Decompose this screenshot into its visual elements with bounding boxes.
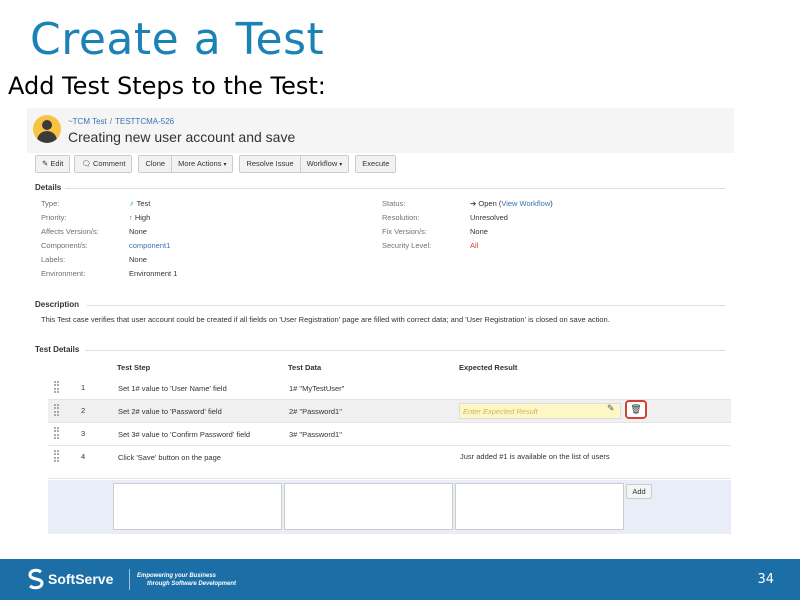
new-expected-result-input[interactable] [455, 483, 624, 530]
security-level-label: Security Level: [382, 241, 432, 250]
status-arrow-icon: ➔ [470, 199, 477, 208]
drag-handle-icon[interactable] [54, 427, 59, 439]
issue-toolbar: ✎ Edit 🗨 Comment Clone More Actions ▾ Res… [35, 155, 402, 173]
status-label: Status: [382, 199, 406, 208]
description-divider [87, 305, 725, 306]
components-label: Component/s: [41, 241, 88, 250]
slide-title: Create a Test [30, 14, 325, 65]
issue-header: ~TCM Test / TESTTCMA-526 Creating new user… [27, 108, 734, 153]
table-row[interactable]: 4 Click 'Save' button on the page Jusr a… [48, 446, 731, 479]
comment-button[interactable]: 🗨 Comment [74, 155, 133, 173]
column-header-test-data: Test Data [288, 363, 322, 372]
affects-version-label: Affects Version/s: [41, 227, 99, 236]
page-number: 34 [757, 572, 774, 587]
breadcrumb-separator: / [109, 117, 112, 126]
add-step-button[interactable]: Add [626, 484, 652, 499]
table-row[interactable]: 2 Set 2# value to 'Password' field 2# "P… [48, 400, 731, 423]
details-divider [65, 188, 725, 189]
workflow-button[interactable]: Workflow ▾ [300, 155, 350, 173]
softserve-logo-icon [28, 568, 44, 590]
resolve-issue-button[interactable]: Resolve Issue [239, 155, 301, 173]
test-data-text: 2# "Password1" [289, 407, 342, 416]
more-actions-label: More Actions [178, 159, 222, 168]
drag-handle-icon[interactable] [54, 404, 59, 416]
slide-subtitle: Add Test Steps to the Test: [8, 72, 326, 100]
description-text: This Test case verifies that user accoun… [41, 315, 610, 324]
test-step-text: Set 1# value to 'User Name' field [118, 384, 227, 393]
table-row[interactable]: 1 Set 1# value to 'User Name' field 1# "… [48, 377, 731, 400]
workflow-label: Workflow [306, 159, 338, 168]
clone-button[interactable]: Clone [138, 155, 173, 173]
project-avatar [33, 115, 61, 143]
security-level-value: All [470, 241, 479, 250]
step-number: 4 [81, 452, 86, 461]
column-header-expected-result: Expected Result [459, 363, 518, 372]
delete-step-button[interactable]: 🗑 [625, 400, 647, 419]
breadcrumb-issue-key-link[interactable]: TESTTCMA-526 [115, 117, 174, 126]
column-header-test-step: Test Step [117, 363, 151, 372]
drag-handle-icon[interactable] [54, 450, 59, 462]
type-value: Test [136, 199, 151, 208]
step-number: 3 [81, 429, 86, 438]
environment-label: Environment: [41, 269, 86, 278]
step-number: 2 [81, 406, 86, 415]
comment-icon: 🗨 [81, 159, 91, 168]
test-step-text: Set 2# value to 'Password' field [118, 407, 222, 416]
pencil-icon[interactable]: ✎ [607, 403, 615, 414]
slide-footer: SoftServe Empowering your Business throu… [0, 559, 800, 600]
execute-button[interactable]: Execute [355, 155, 397, 173]
test-step-text: Click 'Save' button on the page [118, 453, 221, 462]
tagline-line-1: Empowering your Business [137, 573, 217, 579]
test-data-text: 1# "MyTestUser" [289, 384, 345, 393]
test-step-text: Set 3# value to 'Confirm Password' field [118, 430, 251, 439]
priority-value: High [134, 213, 151, 222]
brand-name: SoftServe [48, 571, 114, 587]
comment-label: Comment [92, 159, 126, 168]
trash-icon: 🗑 [630, 404, 642, 414]
component-link[interactable]: component1 [129, 241, 170, 250]
chevron-down-icon: ▾ [339, 162, 343, 168]
labels-value: None [129, 255, 147, 264]
jira-issue-screenshot: ~TCM Test / TESTTCMA-526 Creating new user… [27, 108, 734, 536]
softserve-logo: SoftServe [26, 568, 113, 590]
fix-version-value: None [470, 227, 488, 236]
pencil-icon: ✎ [42, 159, 49, 168]
affects-version-value: None [129, 227, 147, 236]
more-actions-button[interactable]: More Actions ▾ [172, 155, 234, 173]
description-heading: Description [35, 300, 80, 309]
details-heading: Details [35, 183, 62, 192]
status-value: Open [478, 199, 497, 208]
resolution-value: Unresolved [470, 213, 508, 222]
test-details-divider [85, 350, 725, 351]
add-step-form: Add [48, 480, 731, 534]
edit-label: Edit [50, 159, 64, 168]
fix-version-label: Fix Version/s: [382, 227, 428, 236]
view-workflow-link[interactable]: View Workflow [501, 199, 550, 208]
breadcrumb: ~TCM Test / TESTTCMA-526 [68, 117, 174, 126]
issue-title: Creating new user account and save [68, 129, 296, 145]
labels-label: Labels: [41, 255, 66, 264]
expected-result-input[interactable]: Enter Expected Result [459, 403, 621, 419]
tagline-line-2: through Software Development [147, 581, 237, 587]
status-close-paren: ) [550, 199, 553, 208]
new-test-step-input[interactable] [113, 483, 282, 530]
arrow-up-icon: ↑ [129, 213, 133, 222]
resolution-label: Resolution: [382, 213, 420, 222]
drag-handle-icon[interactable] [54, 381, 59, 393]
expected-result-text: Jusr added #1 is available on the list o… [460, 452, 610, 461]
type-label: Type: [41, 199, 60, 208]
edit-button[interactable]: ✎ Edit [35, 155, 71, 173]
footer-divider [129, 569, 130, 590]
chevron-down-icon: ▾ [223, 162, 227, 168]
test-type-icon: ⸙ [129, 199, 135, 208]
priority-label: Priority: [41, 213, 67, 222]
footer-tagline: Empowering your Business through Softwar… [137, 572, 236, 588]
new-test-data-input[interactable] [284, 483, 453, 530]
table-row[interactable]: 3 Set 3# value to 'Confirm Password' fie… [48, 423, 731, 446]
test-data-text: 3# "Password1" [289, 430, 342, 439]
environment-value: Environment 1 [129, 269, 178, 278]
step-number: 1 [81, 383, 86, 392]
breadcrumb-project-link[interactable]: ~TCM Test [68, 117, 107, 126]
test-details-heading: Test Details [35, 345, 80, 354]
